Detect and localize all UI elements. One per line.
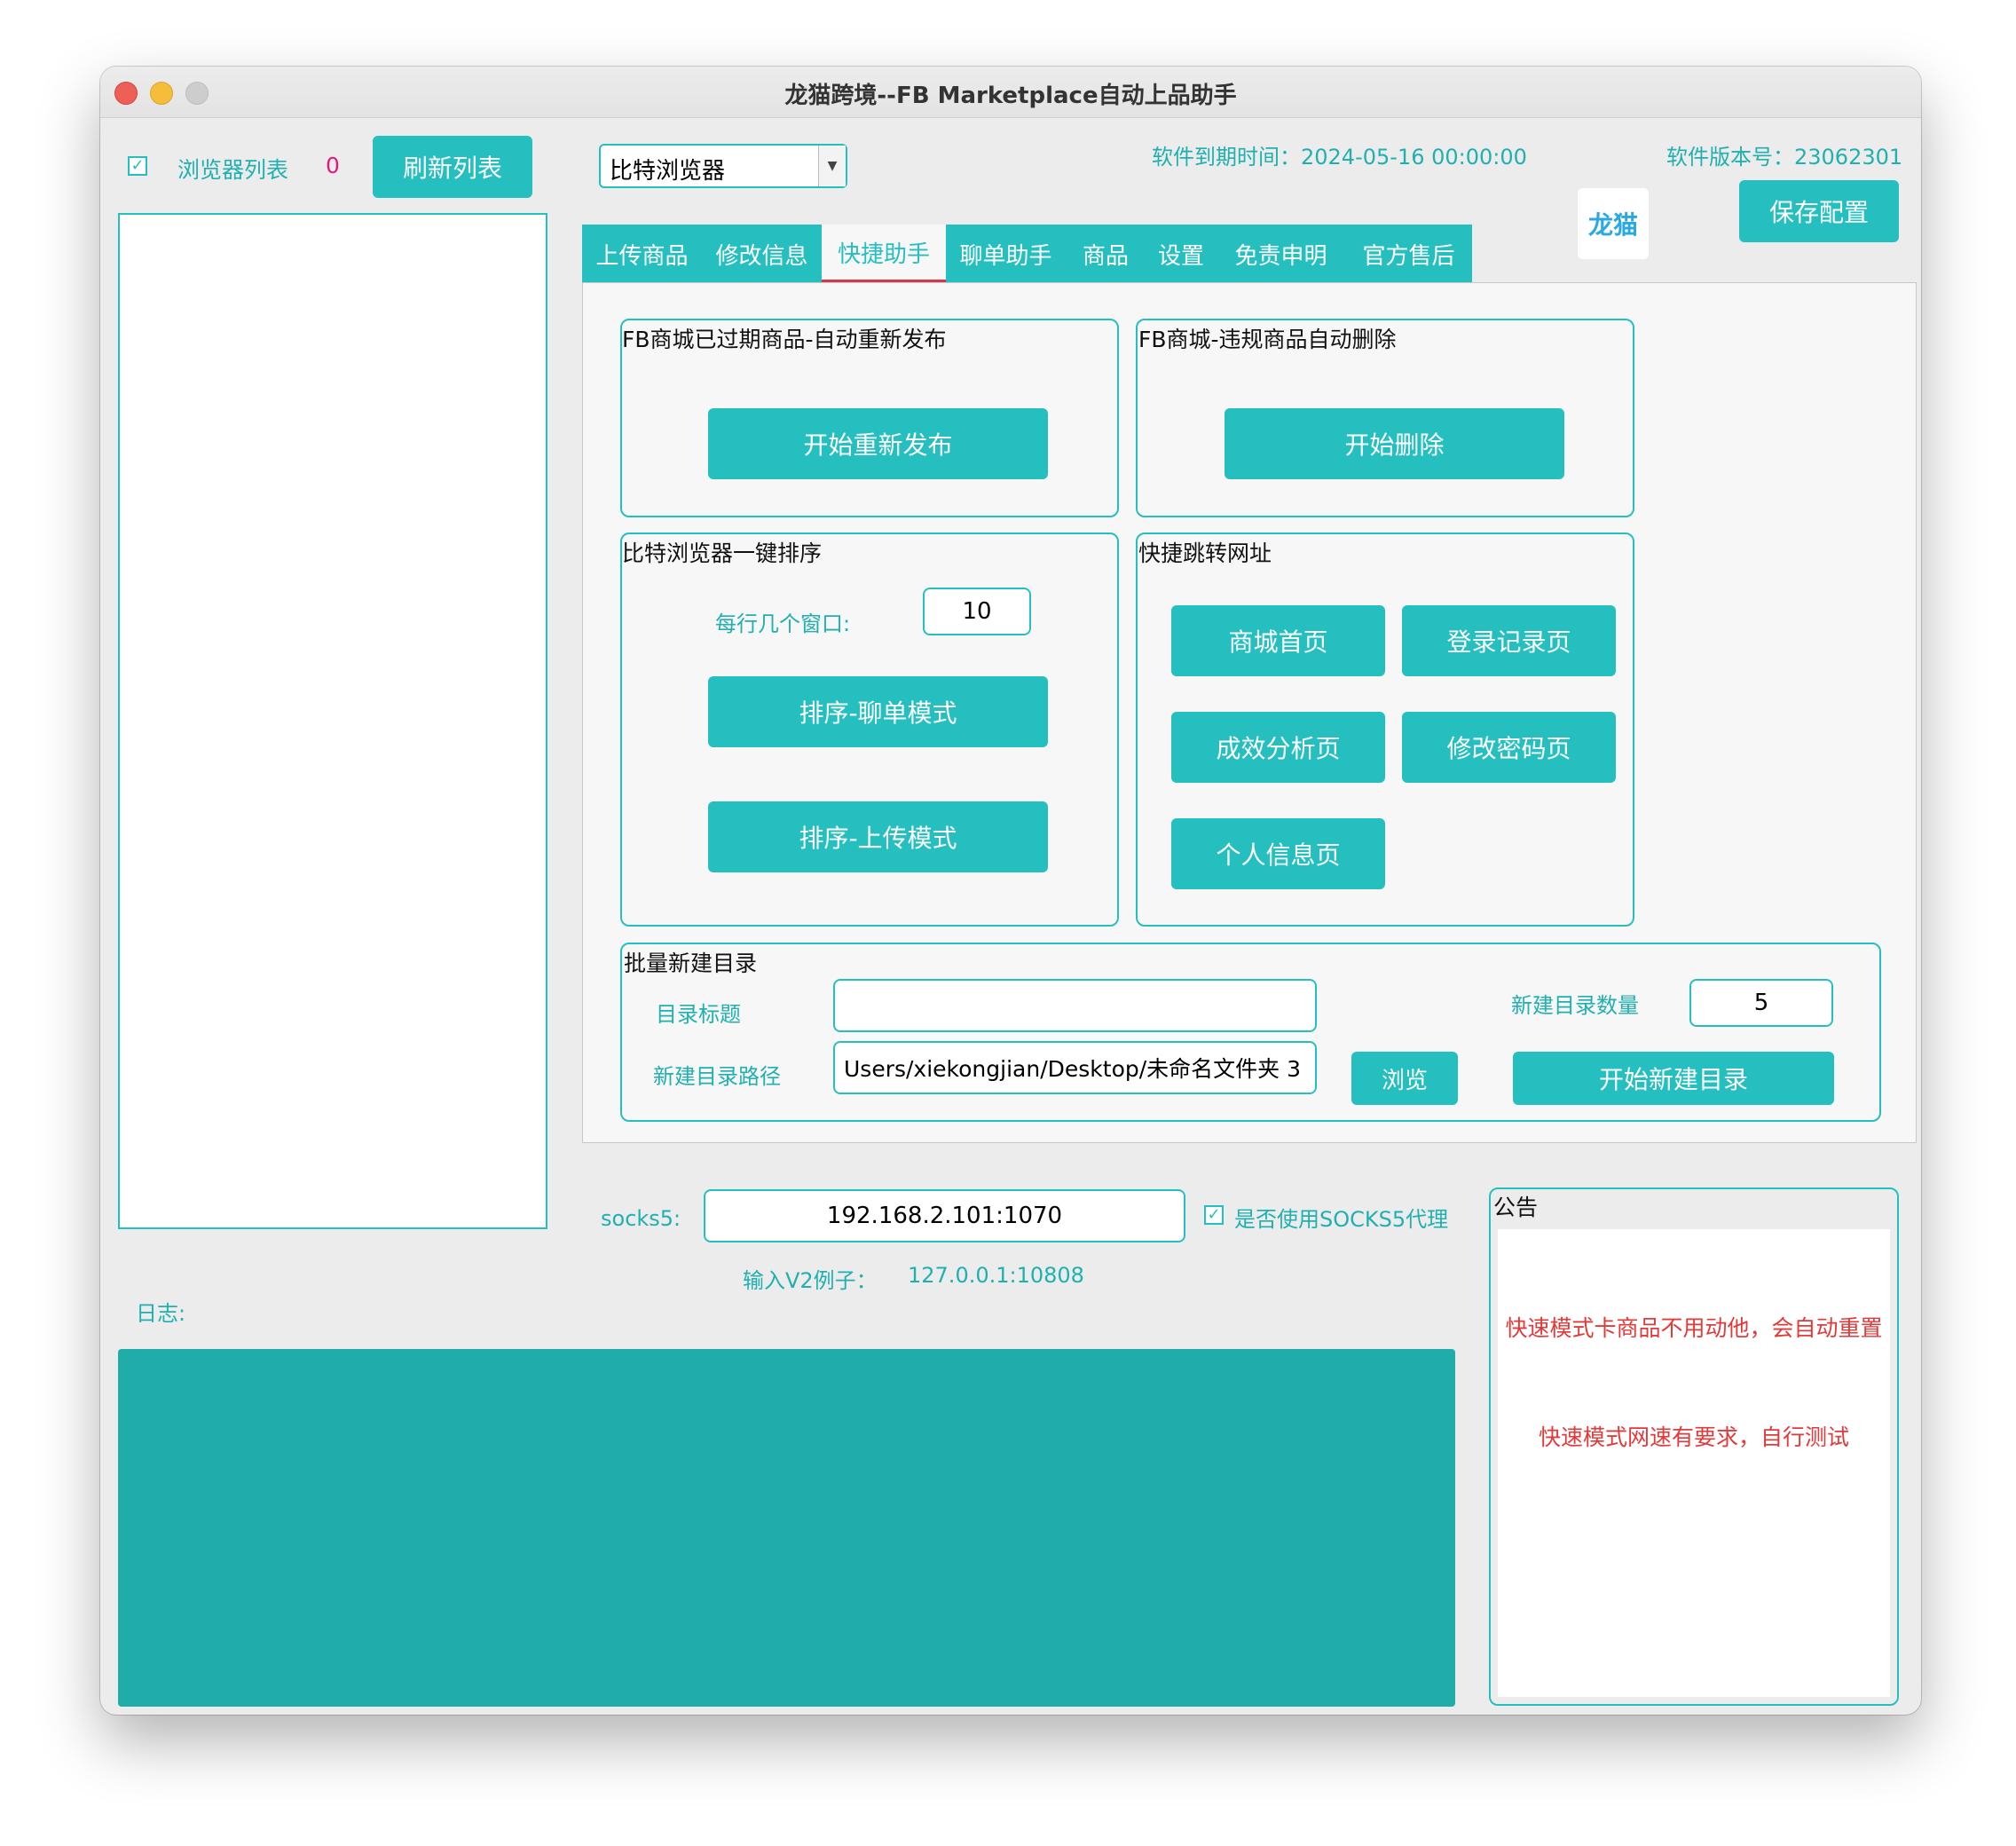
tab-settings[interactable]: 设置: [1146, 225, 1217, 283]
delete-group-title: FB商城-违规商品自动删除: [1138, 327, 1397, 352]
socks5-input[interactable]: 192.168.2.101:1070: [704, 1189, 1185, 1242]
use-socks5-checkbox[interactable]: ✓: [1204, 1205, 1224, 1225]
sort-chat-mode-button[interactable]: 排序-聊单模式: [708, 676, 1048, 747]
tab-quick-assistant[interactable]: 快捷助手: [822, 225, 946, 283]
notice-title: 公告: [1493, 1195, 1539, 1220]
chevron-down-icon[interactable]: ▼: [818, 146, 846, 186]
tab-edit-info[interactable]: 修改信息: [702, 225, 822, 283]
dir-title-input[interactable]: [833, 979, 1317, 1032]
tab-bar: 上传商品 修改信息 快捷助手 聊单助手 商品 设置 免责申明 官方售后: [582, 225, 1472, 283]
browser-count: 0: [326, 153, 340, 178]
browser-type-select[interactable]: 比特浏览器 ▼: [599, 144, 847, 188]
tab-products[interactable]: 商品: [1066, 225, 1146, 283]
dir-count-label: 新建目录数量: [1511, 993, 1639, 1018]
logo-text: 龙猫: [1587, 210, 1638, 240]
socks5-label: socks5:: [601, 1206, 681, 1231]
tab-chat-assistant[interactable]: 聊单助手: [946, 225, 1066, 283]
version-label: 软件版本号：: [1666, 145, 1794, 170]
v2-example-value: 127.0.0.1:10808: [908, 1263, 1084, 1288]
window-title: 龙猫跨境--FB Marketplace自动上品助手: [784, 83, 1237, 109]
start-republish-button[interactable]: 开始重新发布: [708, 408, 1048, 479]
save-config-button[interactable]: 保存配置: [1739, 180, 1899, 242]
dir-path-input[interactable]: Users/xiekongjian/Desktop/未命名文件夹 3: [833, 1041, 1317, 1094]
log-label: 日志:: [136, 1301, 186, 1326]
use-socks5-label: 是否使用SOCKS5代理: [1234, 1207, 1449, 1232]
title-bar: 龙猫跨境--FB Marketplace自动上品助手: [100, 67, 1921, 118]
brand-logo: 龙猫: [1578, 188, 1649, 259]
start-delete-button[interactable]: 开始删除: [1225, 408, 1564, 479]
quick-jump-group-title: 快捷跳转网址: [1138, 540, 1272, 566]
tab-disclaimer[interactable]: 免责申明: [1217, 225, 1345, 283]
browser-select-value: 比特浏览器: [610, 158, 726, 185]
per-row-label: 每行几个窗口:: [715, 611, 851, 636]
dir-count-input[interactable]: 5: [1689, 979, 1833, 1027]
notice-line-1: 快速模式卡商品不用动他，会自动重置: [1505, 1315, 1883, 1341]
republish-group-title: FB商城已过期商品-自动重新发布: [622, 327, 947, 352]
browse-button[interactable]: 浏览: [1351, 1052, 1458, 1105]
version-value: 23062301: [1794, 145, 1903, 170]
per-row-input[interactable]: 10: [923, 588, 1031, 635]
expiry-info: 软件到期时间：2024-05-16 00:00:00: [1152, 139, 1527, 170]
refresh-list-button[interactable]: 刷新列表: [373, 136, 532, 198]
change-password-button[interactable]: 修改密码页: [1402, 712, 1616, 783]
notice-body: [1498, 1229, 1890, 1697]
browser-list-box[interactable]: [118, 213, 547, 1229]
performance-analysis-button[interactable]: 成效分析页: [1171, 712, 1385, 783]
mall-home-button[interactable]: 商城首页: [1171, 605, 1385, 676]
version-info: 软件版本号：23062301: [1666, 139, 1902, 170]
browser-list-label: 浏览器列表: [177, 157, 289, 183]
sort-group-title: 比特浏览器一键排序: [622, 540, 823, 566]
log-area[interactable]: [118, 1349, 1455, 1707]
app-window: 龙猫跨境--FB Marketplace自动上品助手 ✓ 浏览器列表 0 刷新列…: [100, 67, 1921, 1715]
notice-line-2: 快速模式网速有要求，自行测试: [1538, 1424, 1849, 1450]
tab-upload-products[interactable]: 上传商品: [582, 225, 702, 283]
batch-dir-group-title: 批量新建目录: [624, 951, 758, 976]
login-history-button[interactable]: 登录记录页: [1402, 605, 1616, 676]
browser-list-checkbox[interactable]: ✓: [128, 156, 147, 176]
tab-after-sales[interactable]: 官方售后: [1345, 225, 1472, 283]
start-create-dir-button[interactable]: 开始新建目录: [1513, 1052, 1834, 1105]
sort-upload-mode-button[interactable]: 排序-上传模式: [708, 801, 1048, 872]
dir-title-label: 目录标题: [656, 1002, 741, 1027]
expiry-value: 2024-05-16 00:00:00: [1301, 145, 1527, 170]
expiry-label: 软件到期时间：: [1152, 145, 1301, 170]
v2-example-label: 输入V2例子：: [743, 1268, 878, 1293]
dir-path-label: 新建目录路径: [653, 1064, 781, 1089]
profile-page-button[interactable]: 个人信息页: [1171, 818, 1385, 889]
